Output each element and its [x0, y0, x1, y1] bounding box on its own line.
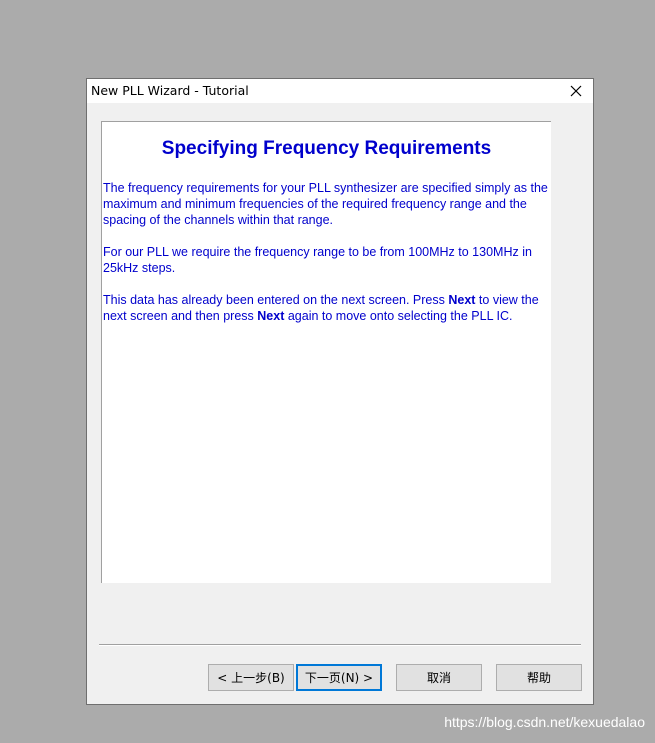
cancel-button[interactable]: 取消 — [396, 664, 482, 691]
paragraph-next-instructions: This data has already been entered on th… — [103, 292, 551, 324]
paragraph-text: This data has already been entered on th… — [103, 293, 449, 307]
help-button[interactable]: 帮助 — [496, 664, 582, 691]
close-icon — [570, 85, 582, 97]
pll-wizard-dialog: New PLL Wizard - Tutorial Specifying Fre… — [86, 78, 594, 705]
paragraph-frequency-range: For our PLL we require the frequency ran… — [103, 245, 532, 275]
watermark-url: https://blog.csdn.net/kexuedalao — [444, 714, 645, 730]
back-button[interactable]: < 上一步(B) — [208, 664, 294, 691]
page-heading: Specifying Frequency Requirements — [161, 138, 492, 159]
bold-next-text: Next — [448, 293, 476, 307]
bold-next-text: Next — [257, 309, 285, 323]
close-button[interactable] — [559, 79, 593, 103]
window-title: New PLL Wizard - Tutorial — [91, 83, 249, 98]
paragraph-frequency-requirements: The frequency requirements for your PLL … — [103, 181, 548, 227]
tutorial-content-panel: Specifying Frequency Requirements The fr… — [101, 121, 551, 583]
button-separator — [99, 644, 581, 646]
paragraph-text: again to move onto selecting the PLL IC. — [284, 309, 513, 323]
title-bar[interactable]: New PLL Wizard - Tutorial — [87, 79, 593, 103]
next-button[interactable]: 下一页(N) > — [296, 664, 382, 691]
